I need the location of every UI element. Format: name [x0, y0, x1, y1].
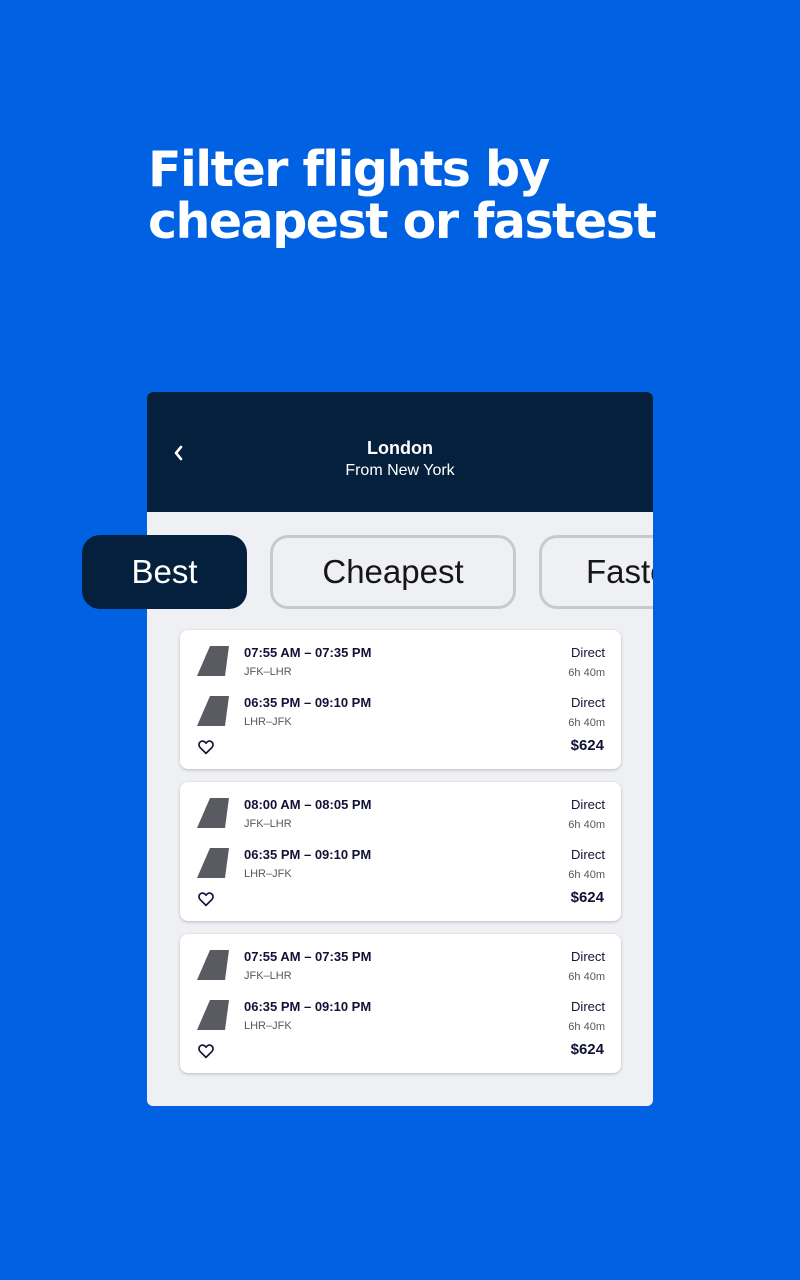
- filter-chip-best[interactable]: Best: [82, 535, 247, 609]
- heart-icon[interactable]: [197, 738, 215, 756]
- leg-route: JFK–LHR: [244, 970, 292, 982]
- leg-stops: Direct: [571, 695, 605, 710]
- app-header: London From New York: [147, 392, 653, 512]
- headline: Filter flights by cheapest or fastest: [148, 144, 708, 248]
- leg-stops: Direct: [571, 797, 605, 812]
- airline-tail-icon: [197, 950, 229, 980]
- filter-chip-fastest[interactable]: Fastest: [539, 535, 653, 609]
- outbound-leg: 07:55 AM – 07:35 PM JFK–LHR Direct 6h 40…: [196, 948, 605, 984]
- leg-route: LHR–JFK: [244, 716, 292, 728]
- price: $624: [570, 1041, 604, 1058]
- leg-stops: Direct: [571, 645, 605, 660]
- heart-icon[interactable]: [197, 1042, 215, 1060]
- airline-tail-icon: [197, 1000, 229, 1030]
- inbound-leg: 06:35 PM – 09:10 PM LHR–JFK Direct 6h 40…: [196, 694, 605, 730]
- leg-duration: 6h 40m: [568, 717, 605, 729]
- leg-route: JFK–LHR: [244, 818, 292, 830]
- price: $624: [570, 889, 604, 906]
- filter-chip-cheapest[interactable]: Cheapest: [270, 535, 516, 609]
- leg-times: 06:35 PM – 09:10 PM: [244, 695, 372, 710]
- leg-times: 08:00 AM – 08:05 PM: [244, 797, 372, 812]
- leg-duration: 6h 40m: [568, 971, 605, 983]
- flight-card[interactable]: 07:55 AM – 07:35 PM JFK–LHR Direct 6h 40…: [180, 630, 621, 769]
- leg-times: 07:55 AM – 07:35 PM: [244, 645, 372, 660]
- headline-line-1: Filter flights by: [148, 141, 550, 198]
- leg-times: 07:55 AM – 07:35 PM: [244, 949, 372, 964]
- airline-tail-icon: [197, 798, 229, 828]
- leg-duration: 6h 40m: [568, 667, 605, 679]
- destination-title: London: [367, 438, 433, 458]
- leg-stops: Direct: [571, 949, 605, 964]
- leg-route: LHR–JFK: [244, 868, 292, 880]
- airline-tail-icon: [197, 696, 229, 726]
- leg-route: LHR–JFK: [244, 1020, 292, 1032]
- leg-times: 06:35 PM – 09:10 PM: [244, 847, 372, 862]
- filter-chip-fastest-viewport: Fastest: [539, 535, 653, 609]
- heart-icon[interactable]: [197, 890, 215, 908]
- app-screen: London From New York 07:55 AM – 07:35 PM…: [147, 392, 653, 1106]
- leg-duration: 6h 40m: [568, 869, 605, 881]
- flight-card[interactable]: 07:55 AM – 07:35 PM JFK–LHR Direct 6h 40…: [180, 934, 621, 1073]
- airline-tail-icon: [197, 646, 229, 676]
- leg-stops: Direct: [571, 847, 605, 862]
- outbound-leg: 07:55 AM – 07:35 PM JFK–LHR Direct 6h 40…: [196, 644, 605, 680]
- leg-route: JFK–LHR: [244, 666, 292, 678]
- price: $624: [570, 737, 604, 754]
- leg-times: 06:35 PM – 09:10 PM: [244, 999, 372, 1014]
- leg-duration: 6h 40m: [568, 1021, 605, 1033]
- flight-card[interactable]: 08:00 AM – 08:05 PM JFK–LHR Direct 6h 40…: [180, 782, 621, 921]
- inbound-leg: 06:35 PM – 09:10 PM LHR–JFK Direct 6h 40…: [196, 846, 605, 882]
- airline-tail-icon: [197, 848, 229, 878]
- leg-duration: 6h 40m: [568, 819, 605, 831]
- outbound-leg: 08:00 AM – 08:05 PM JFK–LHR Direct 6h 40…: [196, 796, 605, 832]
- results-list: 07:55 AM – 07:35 PM JFK–LHR Direct 6h 40…: [180, 630, 621, 1086]
- leg-stops: Direct: [571, 999, 605, 1014]
- inbound-leg: 06:35 PM – 09:10 PM LHR–JFK Direct 6h 40…: [196, 998, 605, 1034]
- origin-subtitle: From New York: [345, 462, 455, 479]
- headline-line-2: cheapest or fastest: [148, 193, 657, 250]
